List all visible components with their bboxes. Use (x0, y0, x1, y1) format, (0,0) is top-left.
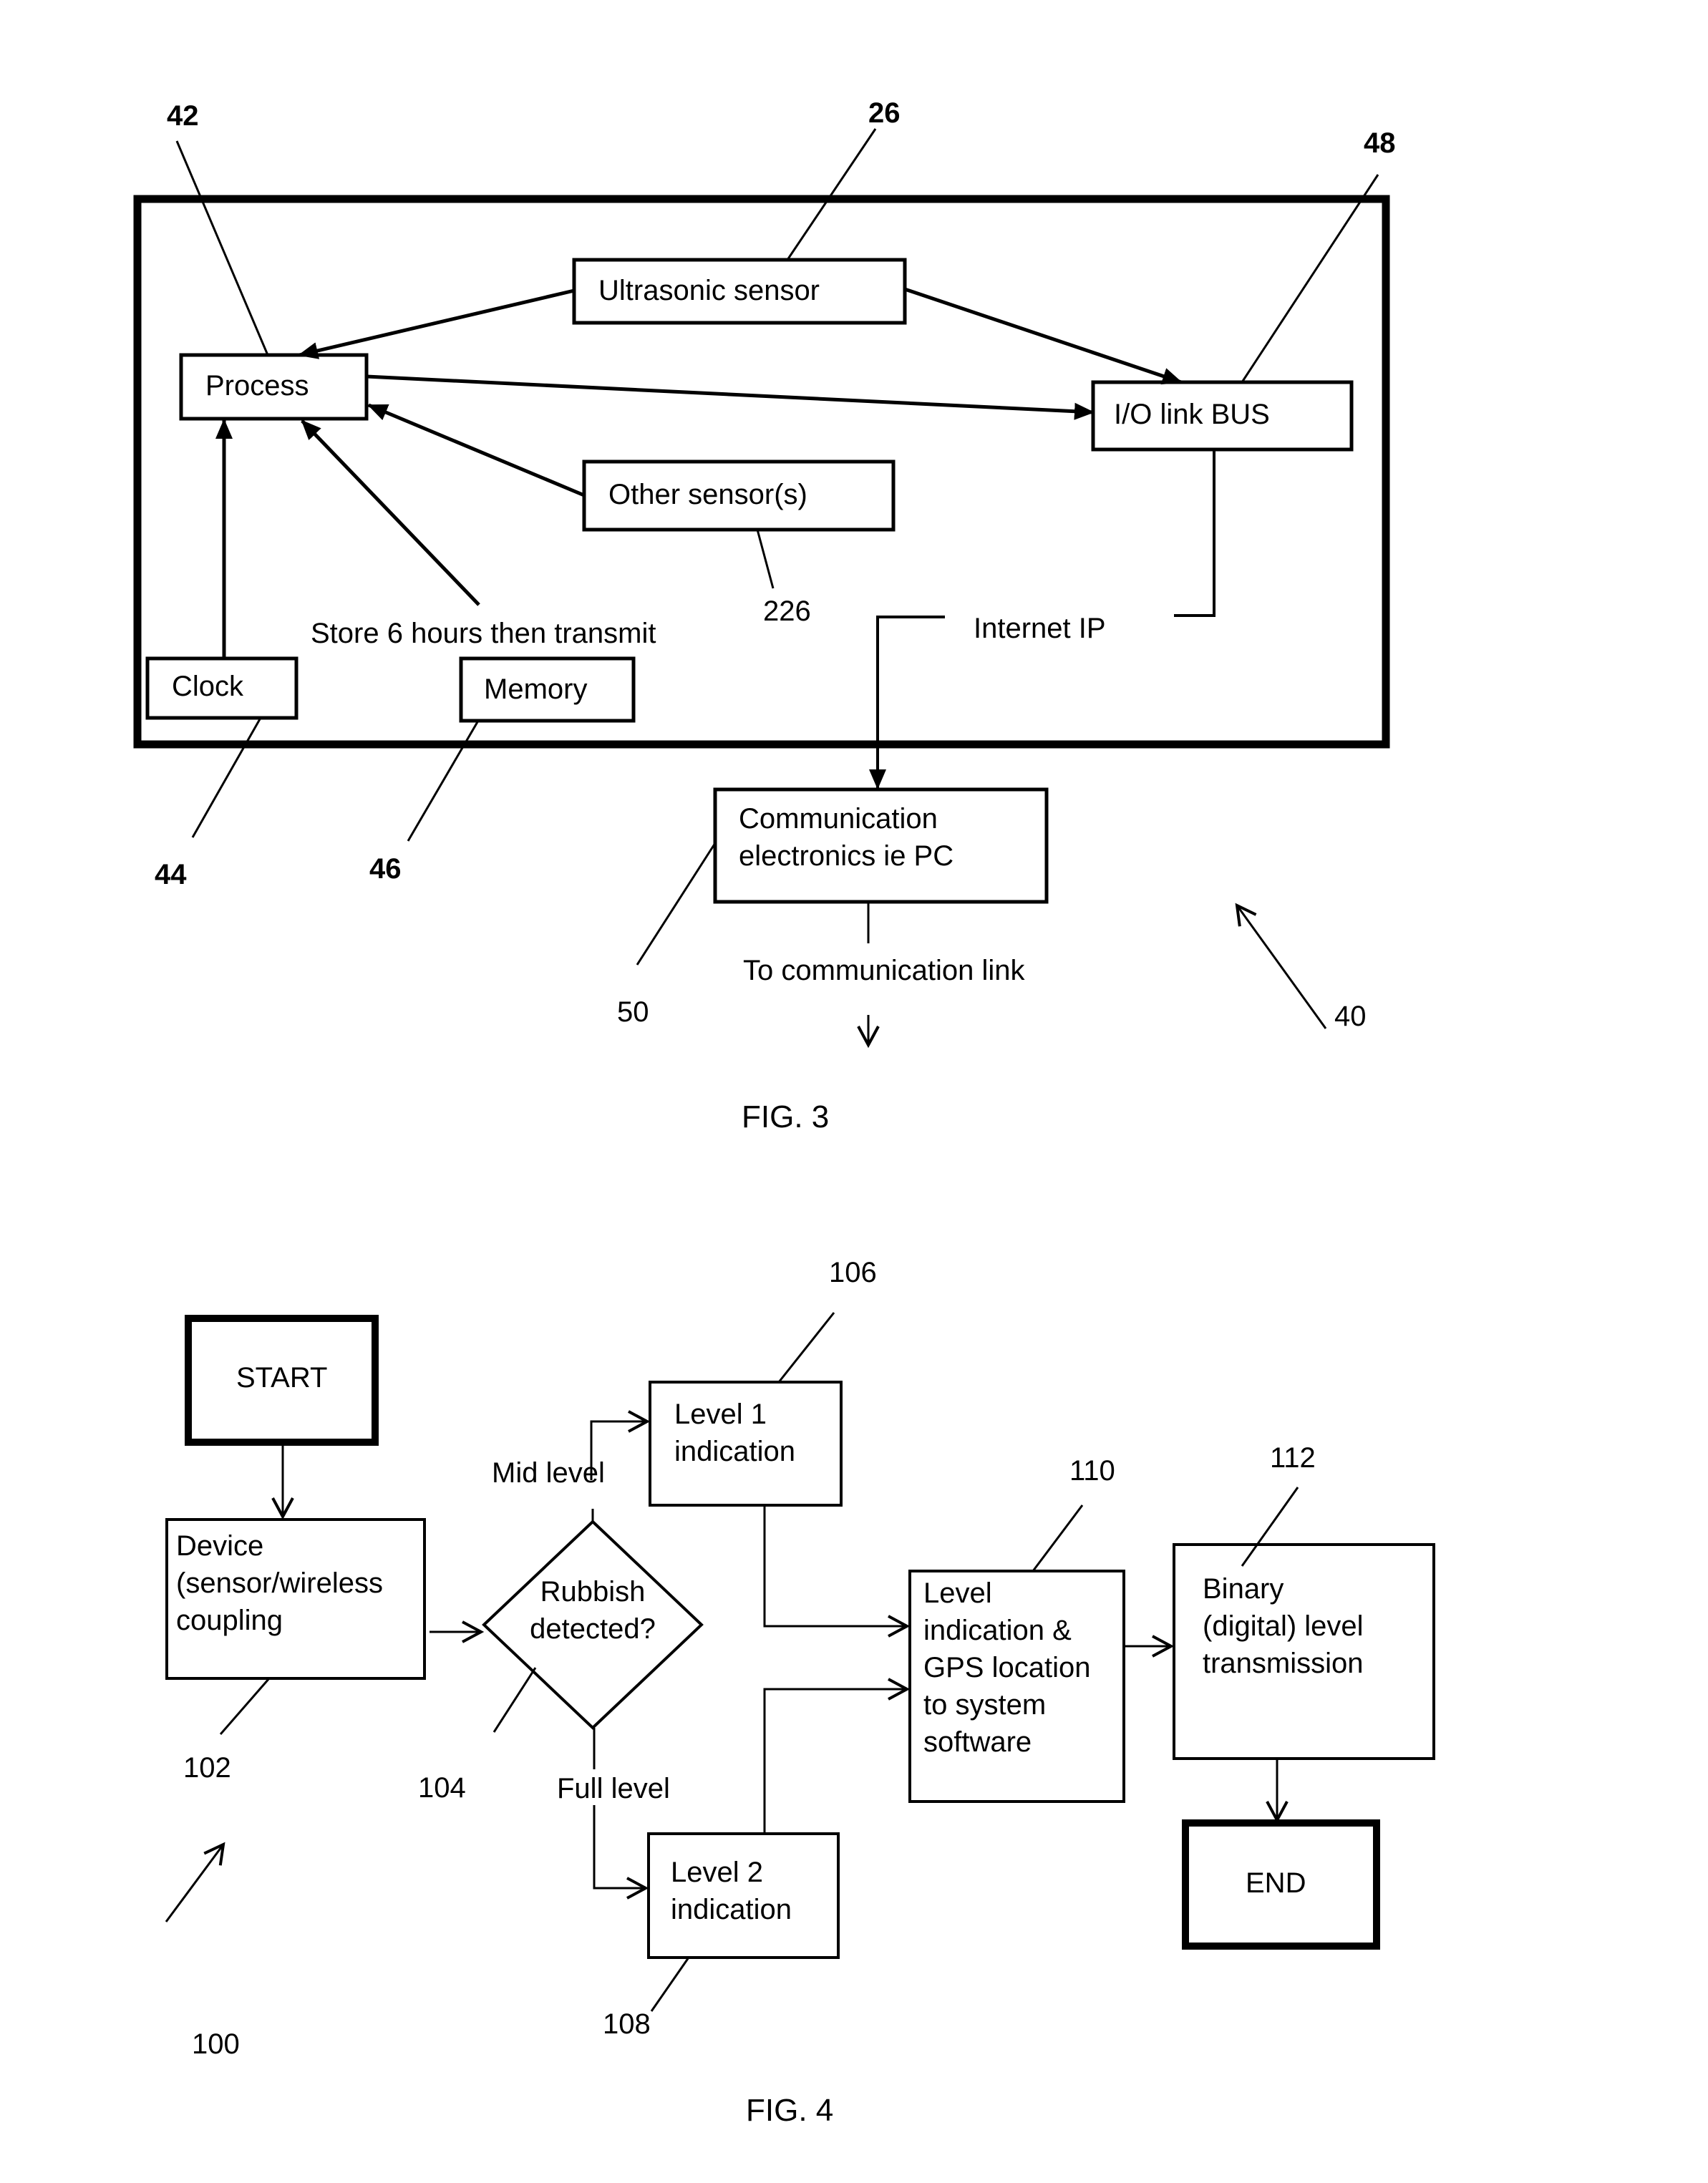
io-link-bus-label: I/O link BUS (1114, 399, 1270, 430)
arrow-process-to-io (366, 374, 1095, 420)
ref-46: 46 (369, 853, 402, 885)
leader-48 (1241, 174, 1379, 383)
end-label: END (1246, 1867, 1306, 1899)
ref-50: 50 (617, 996, 649, 1028)
ref-106: 106 (829, 1257, 877, 1288)
internet-ip-label: Internet IP (974, 613, 1106, 644)
start-label: START (236, 1362, 328, 1394)
decision-label: Rubbish detected? (528, 1573, 657, 1648)
level2-label: Level 2 indication (671, 1854, 792, 1928)
ultrasonic-sensor-label: Ultrasonic sensor (598, 275, 820, 306)
ref-110: 110 (1069, 1455, 1115, 1487)
clock-label: Clock (172, 671, 244, 702)
leader-26 (786, 128, 877, 261)
leader-104 (492, 1667, 537, 1733)
fig3-caption: FIG. 3 (742, 1099, 830, 1134)
ref-100: 100 (192, 2028, 240, 2060)
full-level-label: Full level (557, 1773, 670, 1804)
level-gps-line-3: GPS location (923, 1652, 1091, 1683)
ref-102: 102 (183, 1752, 231, 1784)
flowchart-arrow-100 (165, 1842, 225, 1922)
ref-26: 26 (868, 97, 901, 129)
mid-level-label: Mid level (492, 1457, 605, 1489)
device-line-1: Device (176, 1530, 264, 1562)
level-gps-line-2: indication & (923, 1615, 1072, 1646)
ref-112: 112 (1270, 1442, 1316, 1474)
store-annotation: Store 6 hours then transmit (311, 618, 656, 649)
level2-line-2: indication (671, 1894, 792, 1925)
memory-label: Memory (484, 674, 588, 705)
arrow-level2-to-gps (763, 1678, 911, 1834)
ref-226: 226 (763, 595, 811, 627)
internet-to-communication-arrow (869, 616, 945, 789)
device-line-3: coupling (176, 1605, 283, 1636)
fig3-diagram (133, 128, 1390, 1049)
decision-line-2: detected? (530, 1613, 656, 1645)
other-sensors-label: Other sensor(s) (608, 479, 807, 510)
leader-102 (219, 1678, 271, 1735)
decision-line-1: Rubbish (540, 1576, 646, 1608)
ref-108: 108 (603, 2008, 651, 2040)
communication-line-2: electronics ie PC (739, 840, 954, 872)
leader-44 (191, 717, 262, 838)
level2-line-1: Level 2 (671, 1857, 763, 1888)
ref-40: 40 (1334, 1001, 1367, 1032)
arrow-ultrasonic-to-process (298, 288, 575, 359)
level-gps-line-1: Level (923, 1577, 992, 1609)
communication-line-1: Communication (739, 803, 938, 835)
level-gps-label: Level indication & GPS location to syste… (923, 1575, 1090, 1761)
communication-label: Communication electronics ie PC (739, 800, 954, 875)
fig4-caption: FIG. 4 (746, 2093, 834, 2128)
binary-line-2: (digital) level (1203, 1610, 1364, 1642)
level1-label: Level 1 indication (674, 1396, 795, 1470)
level-gps-line-5: software (923, 1726, 1032, 1758)
leader-46 (407, 720, 480, 842)
arrow-memory-to-process (301, 419, 480, 606)
io-to-internet-line (1174, 449, 1216, 617)
to-communication-link-label: To communication link (743, 955, 1025, 986)
process-label: Process (205, 370, 309, 402)
assembly-arrow-40 (1235, 903, 1327, 1029)
level-gps-line-4: to system (923, 1689, 1047, 1721)
leader-106 (777, 1312, 835, 1383)
device-label: Device (sensor/wireless coupling (176, 1527, 383, 1639)
binary-line-3: transmission (1203, 1648, 1364, 1679)
arrow-level1-to-gps (763, 1505, 911, 1638)
binary-line-1: Binary (1203, 1573, 1284, 1605)
leader-50 (636, 842, 717, 966)
leader-226 (756, 529, 775, 589)
ref-42: 42 (167, 100, 199, 132)
binary-label: Binary (digital) level transmission (1203, 1570, 1364, 1682)
ref-48: 48 (1364, 127, 1396, 159)
level1-line-1: Level 1 (674, 1399, 767, 1430)
ref-104: 104 (418, 1772, 466, 1804)
arrow-other-sensors-to-process (367, 403, 585, 497)
leader-108 (650, 1957, 690, 2012)
arrow-ultrasonic-to-io (904, 287, 1183, 385)
leader-42 (175, 140, 269, 356)
device-line-2: (sensor/wireless (176, 1567, 383, 1599)
leader-110 (1032, 1504, 1084, 1572)
arrow-full-to-level2 (593, 1805, 649, 1900)
level1-line-2: indication (674, 1436, 796, 1467)
ref-44: 44 (155, 859, 187, 890)
